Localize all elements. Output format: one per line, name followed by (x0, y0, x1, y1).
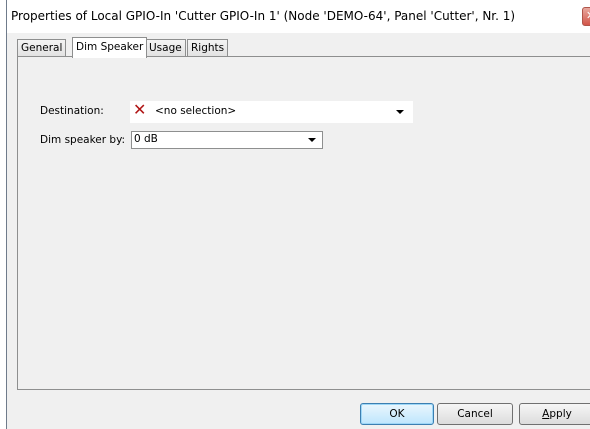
title-bar: Properties of Local GPIO-In 'Cutter GPIO… (7, 0, 590, 33)
dialog-body: General Dim Speaker Usage Rights Destina… (11, 33, 590, 429)
apply-button[interactable]: Apply (519, 403, 590, 425)
window-title: Properties of Local GPIO-In 'Cutter GPIO… (11, 9, 516, 23)
apply-button-label: pply (549, 408, 572, 420)
destination-selector[interactable]: ✕ <no selection> (130, 100, 413, 123)
chevron-down-icon[interactable] (396, 110, 404, 114)
close-button[interactable]: ✕ (582, 7, 590, 26)
destination-label: Destination: (40, 105, 104, 117)
dim-speaker-dropdown[interactable]: 0 dB (131, 131, 323, 149)
cancel-button-label: Cancel (457, 408, 493, 420)
dim-speaker-label: Dim speaker by: (40, 134, 126, 146)
cancel-button[interactable]: Cancel (437, 403, 513, 425)
tab-dim-speaker[interactable]: Dim Speaker (72, 37, 148, 58)
destination-value: <no selection> (155, 105, 237, 117)
tab-general[interactable]: General (17, 39, 67, 57)
red-x-icon: ✕ (133, 100, 147, 119)
tab-panel-dim-speaker: Destination: ✕ <no selection> Dim speake… (17, 56, 590, 390)
tab-rights[interactable]: Rights (187, 39, 229, 57)
properties-dialog: Properties of Local GPIO-In 'Cutter GPIO… (6, 0, 590, 429)
close-icon: ✕ (586, 9, 590, 22)
tab-label: General (21, 42, 63, 54)
chevron-down-icon[interactable] (308, 138, 316, 142)
dim-speaker-value: 0 dB (134, 133, 158, 145)
ok-button-label: OK (389, 408, 405, 420)
tab-label: Dim Speaker (76, 41, 144, 53)
tab-usage[interactable]: Usage (145, 39, 186, 57)
ok-button[interactable]: OK (360, 403, 434, 425)
tab-label: Usage (149, 42, 182, 54)
tab-label: Rights (191, 42, 225, 54)
